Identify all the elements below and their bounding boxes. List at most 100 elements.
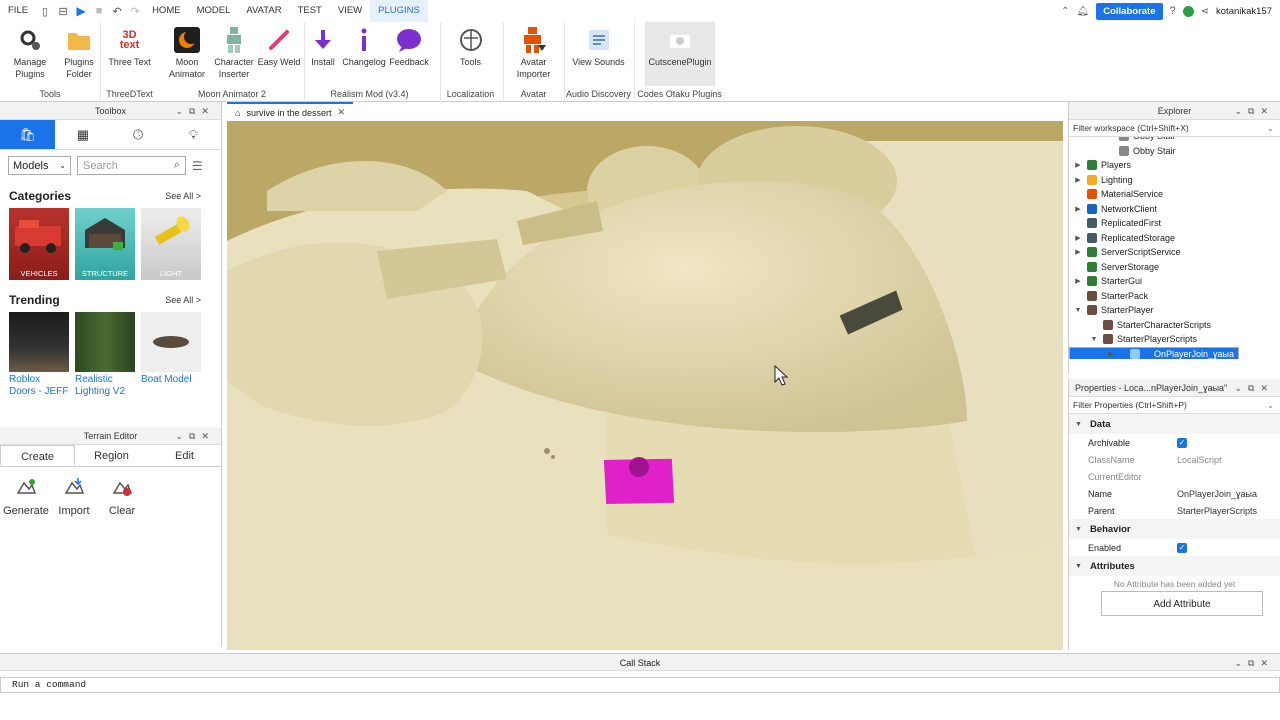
- category-behavior[interactable]: ▼ Behavior: [1069, 519, 1280, 539]
- expand-arrow-icon[interactable]: ▶: [1073, 205, 1083, 213]
- save-icon[interactable]: ⊟: [54, 0, 72, 22]
- install-button[interactable]: Install: [305, 22, 341, 86]
- properties-filter-input[interactable]: Filter Properties (Ctrl+Shift+P) ⌄: [1069, 397, 1280, 414]
- explorer-item[interactable]: ▶ Players: [1069, 158, 1280, 173]
- trending-name[interactable]: Roblox Doors - JEFF: [9, 374, 69, 398]
- expand-arrow-icon[interactable]: ▶: [1073, 176, 1083, 184]
- command-bar-input[interactable]: Run a command: [0, 677, 1280, 693]
- add-attribute-button[interactable]: Add Attribute: [1101, 591, 1263, 616]
- feedback-button[interactable]: Feedback: [387, 22, 431, 86]
- tab-test[interactable]: TEST: [290, 0, 330, 22]
- localization-tools-button[interactable]: Tools: [441, 22, 500, 86]
- shop-bag-icon[interactable]: 🛍︎: [0, 120, 56, 149]
- trending-name[interactable]: Boat Model: [141, 374, 201, 386]
- panel-controls[interactable]: ⌄⧉✕: [175, 102, 215, 120]
- help-icon[interactable]: ?: [1170, 5, 1176, 17]
- filter-icon[interactable]: ☰: [192, 159, 203, 173]
- three-text-button[interactable]: 3D text Three Text: [101, 22, 158, 86]
- 3d-viewport[interactable]: [227, 121, 1063, 650]
- lightbulb-icon[interactable]: 💡︎: [166, 120, 221, 149]
- explorer-item[interactable]: ▶ Lighting: [1069, 173, 1280, 188]
- tab-edit[interactable]: Edit: [148, 445, 221, 466]
- name-value-field[interactable]: OnPlayerJoin_ɣaыa: [1173, 489, 1280, 499]
- explorer-item[interactable]: ▶ ReplicatedStorage: [1069, 231, 1280, 246]
- play-icon[interactable]: ▶: [72, 0, 90, 22]
- collapse-icon[interactable]: ⌃: [1061, 6, 1069, 17]
- explorer-item[interactable]: MaterialService: [1069, 187, 1280, 202]
- grid-icon[interactable]: ▦: [55, 120, 110, 149]
- panel-controls[interactable]: ⌄⧉✕: [1234, 379, 1274, 397]
- new-file-icon[interactable]: ▯: [36, 0, 54, 22]
- explorer-item[interactable]: ▼ StarterPlayer: [1069, 303, 1280, 318]
- search-icon[interactable]: ⌕: [174, 159, 180, 172]
- cutscene-plugin-button[interactable]: CutscenePlugin: [645, 22, 715, 86]
- model-type-dropdown[interactable]: Models ⌄: [8, 156, 71, 175]
- changelog-button[interactable]: Changelog: [341, 22, 387, 86]
- bell-icon[interactable]: 🔔︎: [1077, 6, 1090, 17]
- expand-arrow-icon[interactable]: ▶: [1073, 248, 1083, 256]
- category-data[interactable]: ▼ Data: [1069, 414, 1280, 434]
- explorer-item[interactable]: ▶ StarterGui: [1069, 274, 1280, 289]
- collapse-arrow-icon[interactable]: ▼: [1075, 526, 1082, 533]
- explorer-item[interactable]: ▶ ServerScriptService: [1069, 245, 1280, 260]
- trending-name[interactable]: Realistic Lighting V2: [75, 374, 135, 398]
- username[interactable]: kotanikak157: [1216, 6, 1272, 17]
- easy-weld-button[interactable]: Easy Weld: [256, 22, 302, 86]
- explorer-item[interactable]: StarterCharacterScripts: [1069, 318, 1280, 333]
- tab-region[interactable]: Region: [75, 445, 148, 466]
- category-light[interactable]: LIGHT: [141, 208, 201, 280]
- expand-arrow-icon[interactable]: ▼: [1073, 307, 1083, 314]
- view-sounds-button[interactable]: View Sounds: [565, 22, 632, 86]
- generate-button[interactable]: Generate: [2, 477, 50, 517]
- explorer-item[interactable]: ▶ OnPlayerJoin_ɣaыa: [1069, 346, 1239, 359]
- moon-animator-button[interactable]: Moon Animator: [162, 22, 212, 86]
- clear-button[interactable]: Clear: [98, 477, 146, 517]
- import-button[interactable]: Import: [50, 477, 98, 517]
- undo-icon[interactable]: ↶: [108, 0, 126, 22]
- trending-item[interactable]: Roblox Doors - JEFF: [9, 312, 69, 398]
- explorer-item[interactable]: StarterPack: [1069, 289, 1280, 304]
- category-structure[interactable]: STRUCTURE: [75, 208, 135, 280]
- expand-arrow-icon[interactable]: ▶: [1073, 234, 1083, 242]
- explorer-tree[interactable]: Obby Stair Obby Stair ▶ Players ▶ Lighting Mat…: [1069, 137, 1280, 359]
- chevron-down-icon[interactable]: ⌄: [1267, 120, 1274, 137]
- manage-plugins-button[interactable]: Manage Plugins: [0, 22, 58, 86]
- close-icon[interactable]: ✕: [337, 107, 345, 118]
- character-inserter-button[interactable]: Character Inserter: [212, 22, 256, 86]
- document-tab[interactable]: ⌂ survive in the dessert ✕: [227, 102, 354, 121]
- avatar-importer-button[interactable]: Avatar Importer: [504, 22, 563, 86]
- parent-value-field[interactable]: StarterPlayerScripts: [1173, 506, 1280, 516]
- archivable-checkbox[interactable]: ✓: [1177, 438, 1187, 448]
- workspace-filter-input[interactable]: Filter workspace (Ctrl+Shift+X) ⌄: [1069, 120, 1280, 137]
- plugins-folder-button[interactable]: Plugins Folder: [58, 22, 100, 86]
- search-input[interactable]: Search ⌕: [77, 156, 186, 175]
- enabled-checkbox[interactable]: ✓: [1177, 543, 1187, 553]
- document-tab-title[interactable]: survive in the dessert: [246, 108, 331, 118]
- collaborate-button[interactable]: Collaborate: [1096, 2, 1163, 20]
- clock-icon[interactable]: 🕓︎: [111, 120, 166, 149]
- explorer-item[interactable]: ServerStorage: [1069, 260, 1280, 275]
- explorer-item[interactable]: ▶ NetworkClient: [1069, 202, 1280, 217]
- explorer-item[interactable]: ▼ StarterPlayerScripts: [1069, 332, 1280, 347]
- redo-icon[interactable]: ↷: [126, 0, 144, 22]
- tab-home[interactable]: HOME: [144, 0, 189, 22]
- explorer-item[interactable]: ReplicatedFirst: [1069, 216, 1280, 231]
- see-all-trending-link[interactable]: See All >: [165, 295, 201, 305]
- explorer-item[interactable]: Obby Stair: [1069, 144, 1280, 159]
- expand-arrow-icon[interactable]: ▶: [1073, 161, 1083, 169]
- collapse-arrow-icon[interactable]: ▼: [1075, 421, 1082, 428]
- tab-create[interactable]: Create: [0, 445, 75, 466]
- see-all-categories-link[interactable]: See All >: [165, 191, 201, 201]
- expand-arrow-icon[interactable]: ▶: [1106, 350, 1116, 358]
- trending-item[interactable]: Boat Model: [141, 312, 201, 398]
- share-icon[interactable]: ⋖: [1201, 6, 1209, 17]
- category-attributes[interactable]: ▼ Attributes: [1069, 556, 1280, 576]
- panel-controls[interactable]: ⌄⧉✕: [1234, 102, 1274, 120]
- file-menu[interactable]: FILE: [0, 0, 36, 22]
- tab-view[interactable]: VIEW: [330, 0, 370, 22]
- chevron-down-icon[interactable]: ⌄: [1267, 397, 1274, 414]
- tab-plugins[interactable]: PLUGINS: [370, 0, 428, 22]
- tab-model[interactable]: MODEL: [189, 0, 239, 22]
- collapse-arrow-icon[interactable]: ▼: [1075, 563, 1082, 570]
- tab-avatar[interactable]: AVATAR: [238, 0, 289, 22]
